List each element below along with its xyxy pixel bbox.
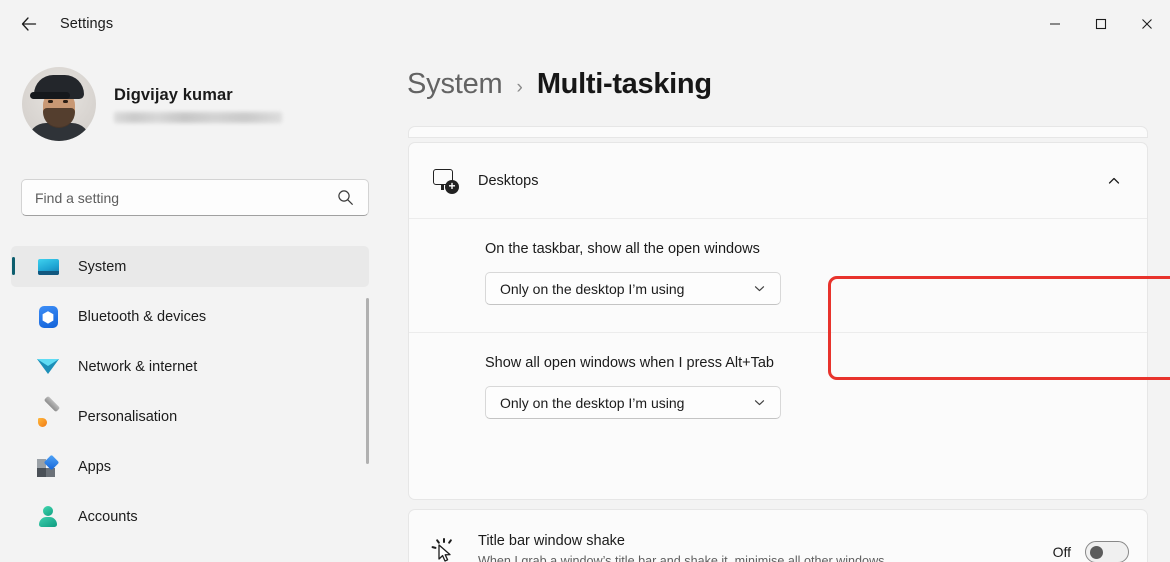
shake-title: Title bar window shake [478,533,625,550]
breadcrumb-separator-icon: › [516,77,523,98]
settings-window: Settings Digvijay kumar Find a setting S… [0,0,1170,562]
dropdown-value: Only on the desktop I’m using [500,280,685,297]
shake-setting-row: Title bar window shake When I grab a win… [409,510,1147,562]
chevron-down-icon [753,282,766,295]
sidebar-item-personalisation[interactable]: Personalisation [11,395,369,437]
sidebar-item-label: Accounts [78,508,138,525]
search-input[interactable]: Find a setting [21,179,369,216]
desktops-card-header[interactable]: + Desktops [409,143,1147,219]
back-arrow-icon [21,17,37,31]
sidebar-item-label: Apps [78,458,112,475]
close-icon [1142,19,1152,29]
sidebar-scrollbar[interactable] [366,298,369,464]
back-button[interactable] [12,7,46,41]
user-profile[interactable]: Digvijay kumar [22,67,282,141]
sidebar-item-label: Personalisation [78,408,178,425]
setting-row-taskbar-show-windows: On the taskbar, show all the open window… [409,219,1147,333]
paintbrush-icon [36,395,61,429]
wifi-icon [36,355,60,379]
chevron-up-icon [1108,177,1120,184]
monitor-icon [36,255,60,279]
setting-label: Show all open windows when I press Alt+T… [485,355,774,371]
dropdown-value: Only on the desktop I’m using [500,394,685,411]
sidebar-item-label: Network & internet [78,358,198,375]
desktops-card: + Desktops On the taskbar, show all the … [408,142,1148,500]
bluetooth-icon: ⬢ [36,305,60,329]
alt-tab-show-windows-dropdown[interactable]: Only on the desktop I’m using [485,386,781,419]
sidebar-item-system[interactable]: System [11,246,369,287]
main-content: System › Multi-tasking + Desktops On the… [385,48,1170,562]
sidebar-item-accounts[interactable]: Accounts [11,496,369,537]
avatar [22,67,96,141]
sidebar-item-bluetooth-devices[interactable]: ⬢ Bluetooth & devices [11,296,369,337]
close-button[interactable] [1124,0,1170,48]
breadcrumb-parent[interactable]: System [407,68,503,101]
cursor-shake-icon [431,538,460,562]
previous-settings-card-partial [408,126,1148,138]
search-placeholder: Find a setting [35,189,120,206]
maximize-button[interactable] [1078,0,1124,48]
sidebar-item-label: System [78,258,127,275]
apps-icon [36,454,60,479]
sidebar-nav: System ⬢ Bluetooth & devices Network & i… [11,246,369,546]
minimize-button[interactable] [1032,0,1078,48]
shake-toggle-switch[interactable] [1085,541,1129,562]
setting-label: On the taskbar, show all the open window… [485,241,760,257]
setting-row-alt-tab-show-windows: Show all open windows when I press Alt+T… [409,333,1147,447]
title-bar: Settings [0,0,1170,48]
sidebar-item-label: Bluetooth & devices [78,308,207,325]
sidebar-item-apps[interactable]: Apps [11,446,369,487]
profile-name: Digvijay kumar [114,85,233,104]
minimize-icon [1050,23,1060,25]
title-bar-window-shake-card: Title bar window shake When I grab a win… [408,509,1148,562]
profile-email-redacted [114,111,282,123]
person-icon [36,505,60,529]
toggle-state-label: Off [1052,544,1071,560]
sidebar: Digvijay kumar Find a setting System ⬢ B… [0,48,385,562]
search-icon [337,189,354,206]
maximize-icon [1095,18,1107,30]
sidebar-item-network-internet[interactable]: Network & internet [11,346,369,387]
page-title: Multi-tasking [536,68,712,100]
shake-description: When I grab a window’s title bar and sha… [478,554,885,562]
shake-toggle-group: Off [1053,541,1129,562]
desktops-collapse-button[interactable] [1097,164,1131,198]
breadcrumb: System › Multi-tasking [407,68,712,101]
toggle-knob [1090,546,1103,559]
window-controls [1032,0,1170,48]
desktops-title: Desktops [478,172,539,189]
taskbar-show-windows-dropdown[interactable]: Only on the desktop I’m using [485,272,781,305]
chevron-down-icon [753,396,766,409]
monitor-plus-icon: + [432,167,460,195]
app-title: Settings [60,16,114,32]
